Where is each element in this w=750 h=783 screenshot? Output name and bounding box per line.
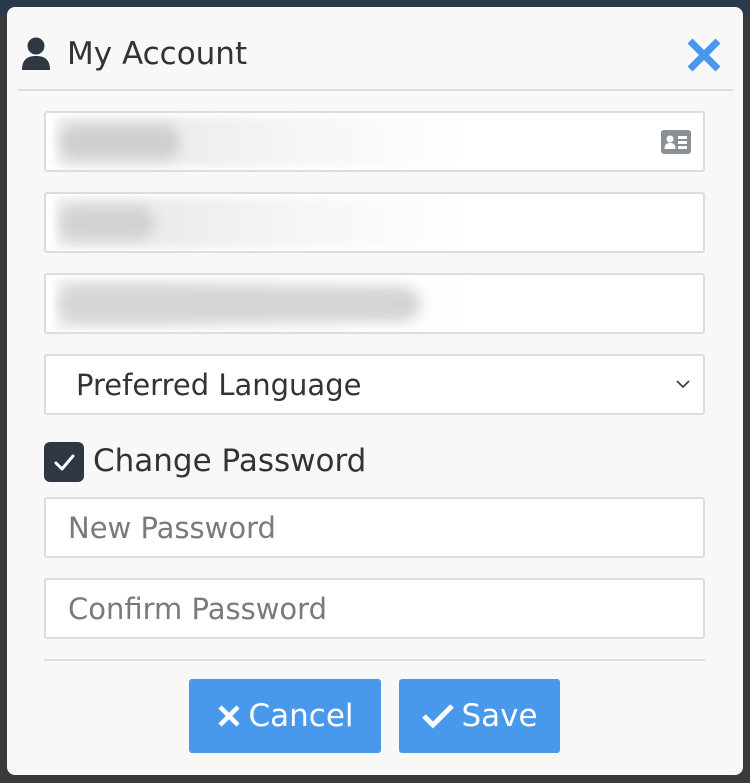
redacted-text	[60, 206, 155, 240]
redacted-text	[60, 287, 420, 321]
check-icon	[54, 454, 75, 471]
cancel-button[interactable]: Cancel	[189, 679, 381, 753]
preferred-language-select[interactable]: Preferred Language	[44, 354, 705, 415]
user-icon	[22, 37, 50, 70]
change-password-label: Change Password	[93, 443, 367, 479]
dialog-title: My Account	[67, 36, 248, 72]
dialog-header: My Account	[18, 17, 733, 91]
select-value: Preferred Language	[76, 368, 362, 402]
check-icon	[422, 704, 455, 729]
save-button-label: Save	[461, 698, 538, 734]
last-name-field[interactable]	[44, 192, 705, 253]
email-field[interactable]	[44, 273, 705, 334]
change-password-checkbox[interactable]	[44, 442, 84, 482]
first-name-field[interactable]	[44, 111, 705, 172]
new-password-input[interactable]	[46, 499, 703, 556]
footer-divider	[44, 659, 705, 661]
confirm-password-field[interactable]	[44, 578, 705, 639]
redacted-text	[60, 125, 180, 159]
new-password-field[interactable]	[44, 497, 705, 558]
cancel-button-label: Cancel	[248, 698, 354, 734]
my-account-dialog: My Account Preferred Language Change Pas…	[7, 7, 743, 775]
times-icon	[218, 705, 241, 727]
close-icon[interactable]	[682, 33, 726, 77]
id-card-icon	[661, 130, 691, 154]
save-button[interactable]: Save	[399, 679, 560, 753]
confirm-password-input[interactable]	[46, 580, 703, 637]
chevron-down-icon	[676, 380, 690, 389]
